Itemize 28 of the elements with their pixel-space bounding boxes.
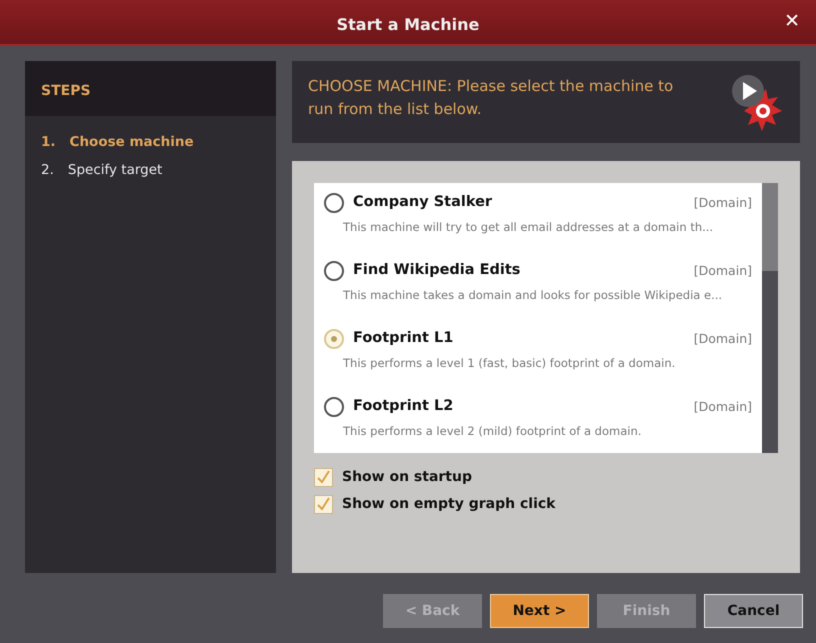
radio-button[interactable] [324,260,344,281]
machine-description: This performs a level 2 (mild) footprint of a domain. [342,422,642,440]
dialog-button[interactable]: Next > [490,594,589,628]
machine-description: This machine will try to get all email addresses at a domain th... [342,218,714,236]
checkbox-label: Show on empty graph click [342,495,556,514]
checkbox[interactable] [314,468,333,487]
machine-type: [Domain] [694,398,752,416]
step-item[interactable]: 2. Specify target [25,156,276,184]
step-item[interactable]: 1. Choose machine [25,128,276,156]
radio-button[interactable] [324,192,344,213]
machine-type: [Domain] [694,194,752,212]
radio-button[interactable] [324,396,344,417]
machine-name: Footprint L2 [353,397,454,416]
close-button[interactable]: ✕ [780,10,804,33]
instruction-text: CHOOSE MACHINE: Please select the machine to run from the list below. [308,76,674,120]
steps-title: STEPS [41,83,91,99]
machine-name: Footprint L1 [353,329,454,348]
machine-name: Find Wikipedia Edits [353,261,522,280]
machine-description: This performs a level 1 (fast, basic) footprint of a domain. [342,354,676,372]
machine-name: Company Stalker [353,193,494,212]
machine-type: [Domain] [694,330,752,348]
checkbox-label: Show on startup [342,468,472,487]
scrollbar[interactable] [762,183,778,453]
window-title: Start a Machine [336,14,480,36]
dialog-button[interactable]: Cancel [704,594,803,628]
machine-type: [Domain] [694,262,752,280]
machine-description: This machine takes a domain and looks for possible Wikipedia e... [342,286,724,304]
checkbox[interactable] [314,495,333,514]
